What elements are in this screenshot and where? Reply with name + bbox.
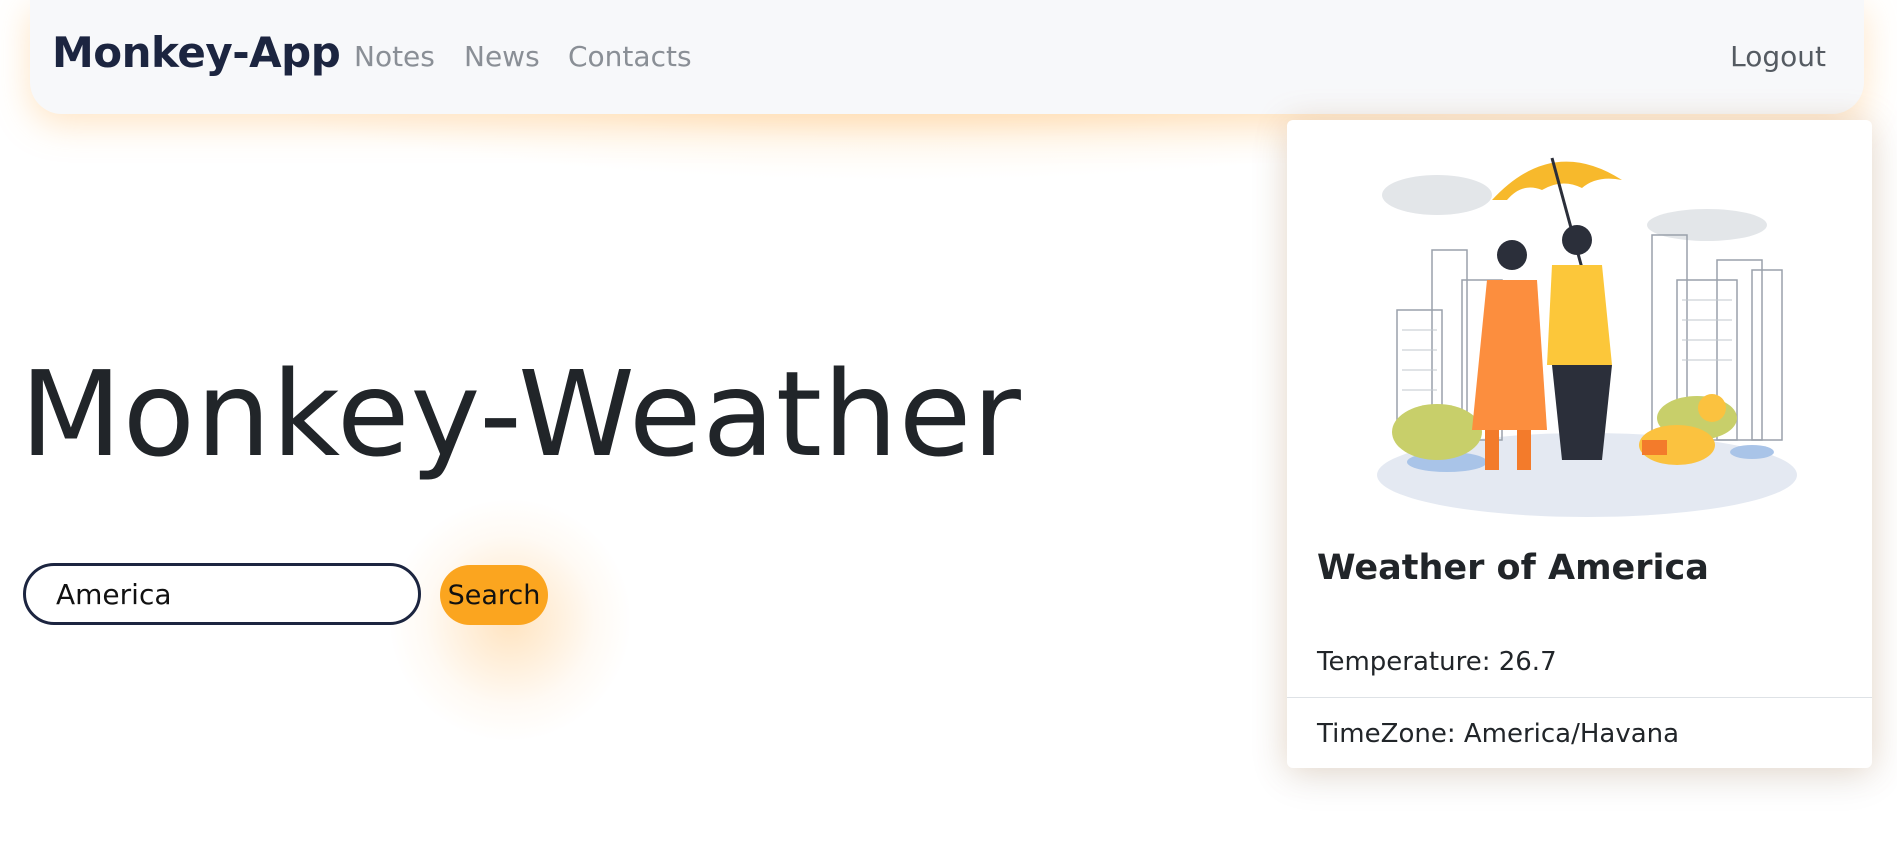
card-title: Weather of America bbox=[1317, 548, 1709, 588]
page: Monkey-App Notes News Contacts Logout Mo… bbox=[0, 0, 1897, 853]
timezone-item: TimeZone: America/Havana bbox=[1317, 719, 1680, 749]
nav-link-news[interactable]: News bbox=[464, 40, 540, 73]
nav-link-notes[interactable]: Notes bbox=[354, 40, 435, 73]
rain-couple-illustration bbox=[1377, 157, 1797, 517]
logout-link[interactable]: Logout bbox=[1730, 40, 1826, 73]
search-input[interactable] bbox=[23, 563, 421, 625]
search-button[interactable]: Search bbox=[440, 565, 548, 625]
weather-card: Weather of America Temperature: 26.7 Tim… bbox=[1287, 120, 1872, 768]
brand-link[interactable]: Monkey-App bbox=[52, 28, 341, 77]
temperature-item: Temperature: 26.7 bbox=[1287, 626, 1872, 698]
page-title: Monkey-Weather bbox=[20, 345, 1022, 483]
nav-link-contacts[interactable]: Contacts bbox=[568, 40, 692, 73]
navbar: Monkey-App Notes News Contacts Logout bbox=[30, 0, 1864, 114]
